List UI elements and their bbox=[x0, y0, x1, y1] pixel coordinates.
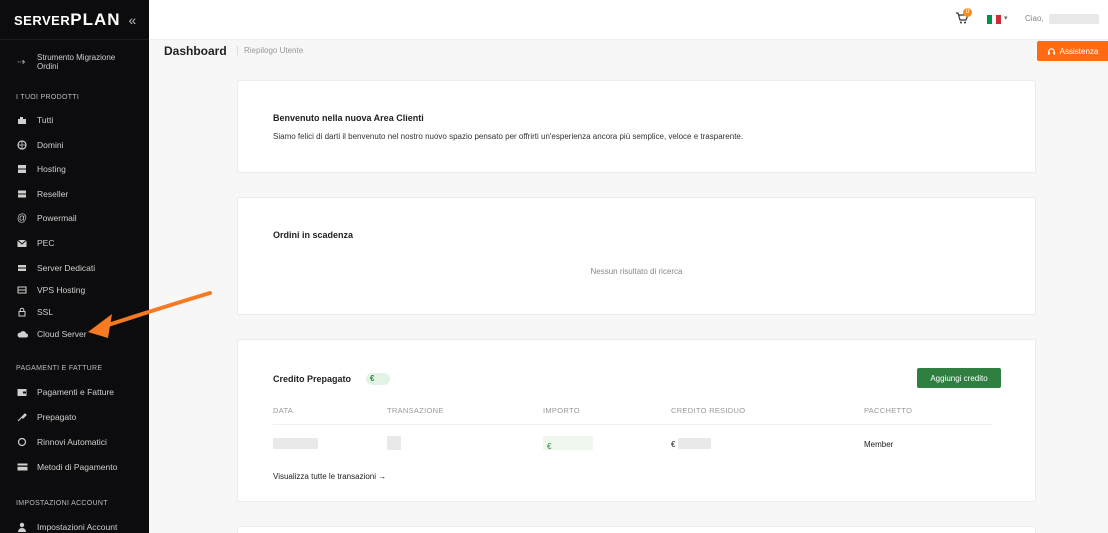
cell-transaction-redacted bbox=[387, 436, 401, 450]
cell-remaining-credit-redacted bbox=[678, 438, 711, 449]
cart-icon[interactable]: 0 bbox=[955, 8, 972, 27]
sidebar-item-label: Powermail bbox=[37, 213, 77, 223]
sidebar-item-prepagato[interactable]: Prepagato bbox=[16, 410, 76, 424]
orders-empty-message: Nessun risultato di ricerca bbox=[590, 267, 683, 276]
orders-card: Ordini in scadenza Nessun risultato di r… bbox=[237, 197, 1036, 315]
sidebar-item-label: Reseller bbox=[37, 189, 69, 199]
sidebar-item-domini[interactable]: Domini bbox=[16, 138, 63, 152]
sidebar-item-pec[interactable]: PEC bbox=[16, 236, 54, 250]
sidebar-item-label: Impostazioni Account bbox=[37, 522, 118, 532]
sidebar-item-cloud-server[interactable]: Cloud Server bbox=[16, 327, 87, 341]
sidebar-item-powermail[interactable]: @ Powermail bbox=[16, 211, 77, 225]
column-header-pacchetto: PACCHETTO bbox=[864, 406, 913, 415]
cell-amount: € bbox=[543, 436, 593, 451]
cell-package: Member bbox=[864, 440, 894, 449]
mail-icon bbox=[16, 238, 28, 248]
globe-icon bbox=[16, 140, 28, 150]
dedicated-server-icon bbox=[16, 263, 28, 273]
sidebar-item-label: Server Dedicati bbox=[37, 263, 96, 273]
sidebar-item-metodi-pagamento[interactable]: Metodi di Pagamento bbox=[16, 460, 117, 474]
sidebar-item-label: Pagamenti e Fatture bbox=[37, 387, 115, 397]
credit-title: Credito Prepagato bbox=[273, 374, 352, 384]
sidebar-item-label: Strumento Migrazione Ordini bbox=[37, 53, 116, 71]
headset-icon bbox=[1047, 47, 1055, 55]
prepaid-icon bbox=[16, 412, 28, 422]
sidebar-item-label: VPS Hosting bbox=[37, 285, 86, 295]
sidebar-item-reseller[interactable]: Reseller bbox=[16, 187, 68, 201]
renew-icon bbox=[16, 437, 28, 447]
see-all-transactions-link[interactable]: Visualizza tutte le transazioni → bbox=[273, 472, 386, 481]
topbar: 0 ▾ Ciao, bbox=[149, 0, 1108, 40]
card-icon bbox=[16, 462, 28, 472]
sidebar-item-migration[interactable]: ⇢ Strumento Migrazione Ordini bbox=[0, 40, 149, 76]
sidebar-item-pagamenti-fatture[interactable]: Pagamenti e Fatture bbox=[16, 385, 114, 399]
reseller-icon bbox=[16, 189, 28, 199]
column-header-importo: IMPORTO bbox=[543, 406, 580, 415]
sidebar-item-label: Rinnovi Automatici bbox=[37, 437, 107, 447]
server-icon bbox=[16, 164, 28, 174]
assistance-button[interactable]: Assistenza bbox=[1037, 41, 1108, 61]
logo-row: SERVERPLAN « bbox=[0, 0, 149, 40]
sidebar-item-label: Hosting bbox=[37, 164, 66, 174]
sidebar-item-label: Prepagato bbox=[37, 412, 77, 422]
section-title-account: IMPOSTAZIONI ACCOUNT bbox=[16, 500, 108, 507]
sidebar-item-label: Cloud Server bbox=[37, 329, 87, 339]
vps-icon bbox=[16, 285, 28, 295]
sidebar-item-hosting[interactable]: Hosting bbox=[16, 162, 66, 176]
credit-balance-pill: € bbox=[366, 373, 390, 385]
column-header-transazione: TRANSAZIONE bbox=[387, 406, 444, 415]
sidebar-item-ssl[interactable]: SSL bbox=[16, 305, 53, 319]
at-icon: @ bbox=[16, 212, 28, 224]
assistance-label: Assistenza bbox=[1059, 46, 1099, 56]
invoice-icon bbox=[16, 387, 28, 397]
cart-count-badge: 0 bbox=[963, 8, 972, 17]
add-credit-button[interactable]: Aggiungi credito bbox=[917, 368, 1001, 388]
user-name-redacted bbox=[1049, 14, 1099, 24]
welcome-card: Benvenuto nella nuova Area Clienti Siamo… bbox=[237, 80, 1036, 173]
sidebar-item-label: Domini bbox=[37, 140, 64, 150]
brand-logo[interactable]: SERVERPLAN bbox=[14, 10, 121, 30]
puzzle-icon bbox=[16, 115, 28, 125]
section-title-payments: PAGAMENTI E FATTURE bbox=[16, 365, 103, 372]
sidebar-item-server-dedicati[interactable]: Server Dedicati bbox=[16, 261, 95, 275]
user-greeting[interactable]: Ciao, bbox=[1025, 14, 1044, 23]
sidebar-item-vps-hosting[interactable]: VPS Hosting bbox=[16, 283, 85, 297]
column-header-credito-residuo: CREDITO RESIDUO bbox=[671, 406, 746, 415]
section-title-products: I TUOI PRODOTTI bbox=[16, 94, 80, 101]
welcome-text: Siamo felici di darti il benvenuto nel n… bbox=[273, 132, 744, 141]
next-card bbox=[237, 526, 1036, 533]
sidebar-item-label: PEC bbox=[37, 238, 55, 248]
cloud-icon bbox=[16, 329, 28, 339]
sidebar: SERVERPLAN « ⇢ Strumento Migrazione Ordi… bbox=[0, 0, 149, 533]
lock-icon bbox=[16, 307, 28, 317]
sidebar-item-impostazioni-account[interactable]: Impostazioni Account bbox=[16, 520, 117, 533]
sidebar-item-tutti[interactable]: Tutti bbox=[16, 113, 53, 127]
italian-flag-icon[interactable] bbox=[987, 15, 1002, 24]
page-title: Dashboard bbox=[164, 44, 227, 58]
sidebar-item-label: SSL bbox=[37, 307, 54, 317]
sidebar-item-label: Metodi di Pagamento bbox=[37, 462, 118, 472]
table-divider bbox=[273, 424, 993, 425]
sidebar-item-rinnovi-automatici[interactable]: Rinnovi Automatici bbox=[16, 435, 107, 449]
welcome-title: Benvenuto nella nuova Area Clienti bbox=[273, 113, 424, 123]
chevron-down-icon[interactable]: ▾ bbox=[1004, 14, 1008, 22]
cell-remaining-credit-prefix: € bbox=[671, 440, 676, 449]
user-icon bbox=[16, 522, 28, 532]
migration-icon: ⇢ bbox=[17, 56, 26, 68]
page-subtitle: Riepilogo Utente bbox=[237, 46, 303, 55]
cell-date-redacted bbox=[273, 438, 318, 449]
column-header-data: DATA bbox=[273, 406, 294, 415]
sidebar-item-label: Tutti bbox=[37, 115, 54, 125]
credit-card: Credito Prepagato € Aggiungi credito DAT… bbox=[237, 339, 1036, 502]
collapse-sidebar-icon[interactable]: « bbox=[129, 12, 137, 28]
orders-title: Ordini in scadenza bbox=[273, 230, 354, 240]
